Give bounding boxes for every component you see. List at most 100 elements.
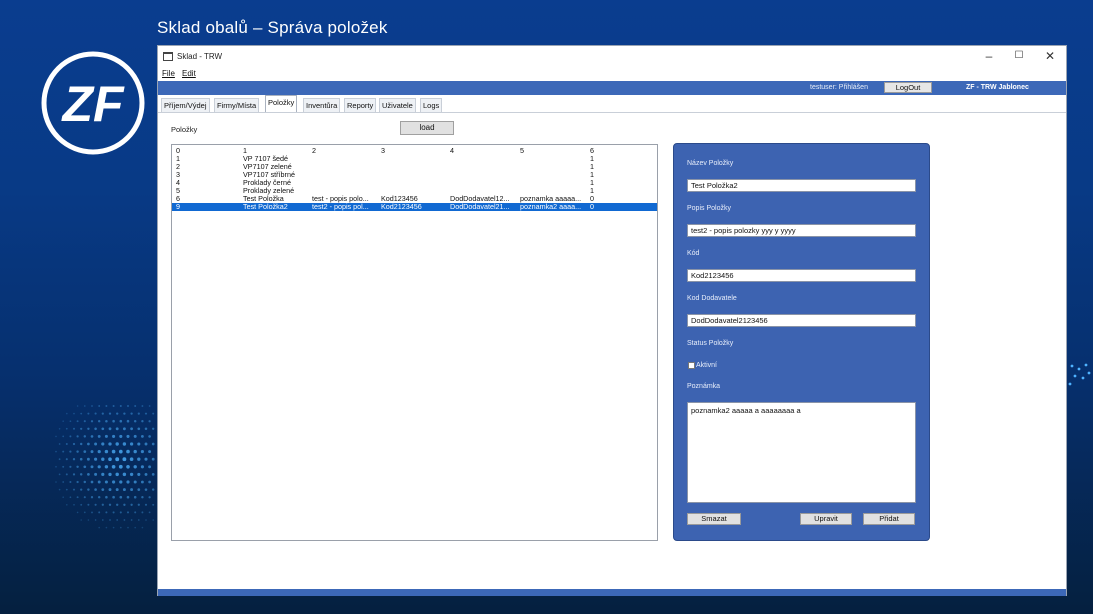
decorative-dot <box>79 442 83 446</box>
decorative-dot <box>1068 382 1072 386</box>
decorative-dot <box>105 511 108 514</box>
decorative-dot <box>152 412 155 415</box>
table-row[interactable]: 5 Proklady zelené 1 <box>172 187 657 195</box>
decorative-dot <box>148 450 152 454</box>
decorative-dot <box>90 420 94 423</box>
decorative-dot <box>62 465 65 468</box>
decorative-dot <box>76 465 79 469</box>
decorative-dot <box>115 427 119 431</box>
add-button[interactable]: Přidat <box>863 513 915 525</box>
decorative-dot <box>126 434 130 438</box>
decorative-dot <box>97 480 101 484</box>
table-row[interactable]: 9 Test Položka2 test2 - popis pol... Kod212… <box>172 203 657 211</box>
decorative-dot <box>79 473 83 476</box>
decorative-dot <box>91 511 93 514</box>
decorative-dot <box>90 480 94 484</box>
decorative-dot <box>83 405 86 407</box>
decorative-dot <box>111 464 116 469</box>
decorative-dot <box>58 458 61 461</box>
decorative-dot <box>62 450 65 453</box>
table-row[interactable]: 1 VP 7107 šedé 1 <box>172 155 657 163</box>
decorative-dot <box>140 465 144 469</box>
decorative-dot <box>112 526 115 529</box>
active-checkbox[interactable] <box>688 362 695 369</box>
decorative-dot <box>65 427 68 430</box>
code-input[interactable]: Kod2123456 <box>687 269 916 282</box>
grid-cell: VP 7107 šedé <box>243 155 289 163</box>
decorative-dot <box>137 457 141 461</box>
grid-cell: 5 <box>176 187 180 195</box>
decorative-dot <box>120 526 122 529</box>
tab-logs[interactable]: Logs <box>420 98 443 112</box>
decorative-dot <box>129 457 134 461</box>
decorative-dot <box>152 519 154 521</box>
tab-polozky[interactable]: Položky <box>265 95 298 112</box>
decorative-dot <box>140 480 144 484</box>
grid-cell: VP7107 zelené <box>243 163 292 171</box>
decorative-dot <box>141 420 144 423</box>
tab-prijem-vydej[interactable]: Příjem/Výdej <box>161 98 210 112</box>
grid-cell: test2 - popis pol... <box>312 203 369 211</box>
logout-button[interactable]: LogOut <box>884 82 932 93</box>
supplier-code-input[interactable]: DodDodavatel2123456 <box>687 314 916 327</box>
close-button[interactable]: ✕ <box>1041 48 1059 64</box>
decorative-dot <box>94 457 98 461</box>
table-row[interactable]: 3 VP7107 stříbrné 1 <box>172 171 657 179</box>
name-input[interactable]: Test Položka2 <box>687 179 916 192</box>
decorative-dot <box>94 503 97 506</box>
grid-cell: Kod2123456 <box>381 203 422 211</box>
decorative-dot <box>144 457 148 461</box>
grid-cell: Test Položka2 <box>243 203 288 211</box>
bottom-strip <box>158 589 1066 596</box>
code-label: Kód <box>687 250 700 257</box>
maximize-button[interactable]: ☐ <box>1010 48 1028 64</box>
edit-button[interactable]: Upravit <box>800 513 852 525</box>
tab-uzivatele[interactable]: Uživatele <box>379 98 416 112</box>
note-textarea[interactable]: poznamka2 aaaaa a aaaaaaaa a <box>687 402 916 503</box>
tab-firmy-mista[interactable]: Firmy/Místa <box>214 98 260 112</box>
delete-button[interactable]: Smazat <box>687 513 741 525</box>
grid-column-header: 0 <box>176 147 180 155</box>
grid-cell: Kod123456 <box>381 195 418 203</box>
grid-column-header: 3 <box>381 147 385 155</box>
zf-logo-text: ZF <box>60 76 125 132</box>
decorative-dot <box>122 472 127 477</box>
decorative-dot <box>141 511 144 514</box>
table-row[interactable]: 4 Proklady černé 1 <box>172 179 657 187</box>
decorative-dot <box>83 496 86 499</box>
grid-column-header: 2 <box>312 147 316 155</box>
decorative-dot <box>152 503 155 506</box>
description-input[interactable]: test2 - popis polozky yyy y yyyy <box>687 224 916 237</box>
items-grid[interactable]: 0 1 2 3 4 5 6 1 VP 7107 šedé 1 2 VP7107 zelené 1 3 VP7… <box>171 144 658 541</box>
decorative-dot <box>55 465 57 468</box>
decorative-dot <box>144 503 148 506</box>
grid-cell: 3 <box>176 171 180 179</box>
decorative-dot <box>108 457 112 462</box>
decorative-dot <box>115 488 119 492</box>
table-row[interactable]: 2 VP7107 zelené 1 <box>172 163 657 171</box>
decorative-dot <box>144 488 148 491</box>
menu-edit[interactable]: Edit <box>182 69 196 78</box>
decorative-dot <box>119 404 122 408</box>
menu-file[interactable]: File <box>162 69 175 78</box>
decorative-dot <box>76 511 79 514</box>
table-row[interactable]: 6 Test Položka test - popis polo... Kod1234… <box>172 195 657 203</box>
decorative-dot <box>87 519 90 521</box>
tab-inventura[interactable]: Inventůra <box>303 98 341 112</box>
decorative-dot <box>87 412 90 415</box>
decorative-dot <box>90 465 94 469</box>
detail-panel: Název Položky Test Položka2 Popis Položk… <box>673 143 930 541</box>
tab-reporty[interactable]: Reporty <box>344 98 377 112</box>
grid-column-header: 5 <box>520 147 524 155</box>
decorative-dot <box>133 465 137 469</box>
decorative-dot <box>122 488 126 492</box>
decorative-dot <box>129 442 134 446</box>
decorative-dot <box>144 427 148 431</box>
decorative-dot <box>134 405 137 407</box>
title-bar: Sklad - TRW – ☐ ✕ <box>158 46 1066 67</box>
minimize-button[interactable]: – <box>980 48 998 64</box>
decorative-dot <box>76 450 79 453</box>
load-button[interactable]: load <box>400 121 454 135</box>
app-window: Sklad - TRW – ☐ ✕ File Edit testuser: Př… <box>157 45 1067 596</box>
decorative-dot <box>76 435 79 438</box>
